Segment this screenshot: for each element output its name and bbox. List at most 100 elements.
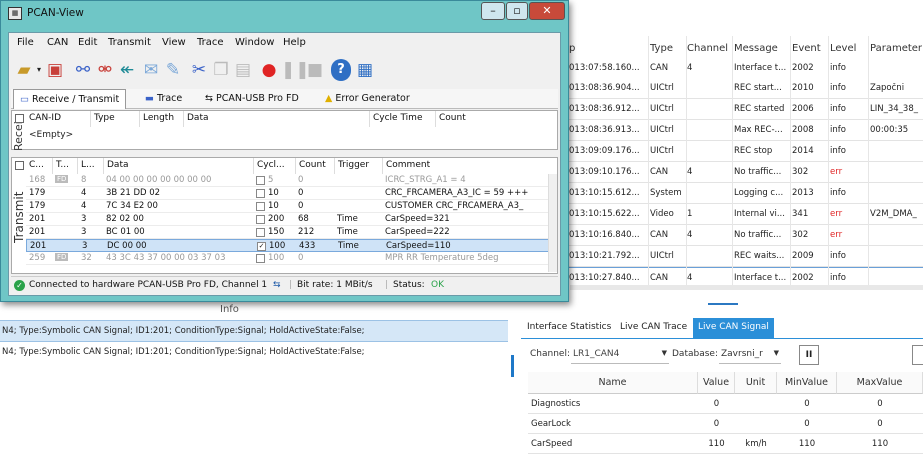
cycle-enable-checkbox[interactable] [256, 254, 265, 263]
cycle-enable-checkbox[interactable]: ✓ [257, 242, 266, 251]
transmit-row[interactable]: 179 4 3B 21 DD 02 10 0 CRC_FRCAMERA_A3_IC = 5… [26, 187, 556, 200]
condition-row[interactable]: N4; Type:Symbolic CAN Signal; ID1:201; C… [0, 320, 508, 342]
rx-col-data[interactable]: Data [184, 111, 370, 127]
pause-button[interactable]: II [799, 345, 819, 365]
log-row[interactable]: 013:10:27.840... CAN 4 Interface t... 2002 in… [568, 267, 923, 286]
cut-icon[interactable]: ✂ [189, 59, 209, 81]
rx-col-cycle-time[interactable]: Cycle Time [370, 111, 436, 127]
info-icon[interactable]: ▦ [355, 59, 375, 81]
rx-col-count[interactable]: Count [436, 111, 557, 127]
transmit-row[interactable]: 259 FD 32 43 3C 43 37 00 00 03 37 03 100 0 MPR… [26, 252, 556, 265]
sig-col-value[interactable]: Value [698, 372, 735, 394]
reset-icon[interactable]: ↞ [117, 59, 137, 81]
log-col-parameter[interactable]: Parameter [870, 43, 922, 54]
transmit-vertical-scrollbar[interactable] [548, 174, 557, 272]
new-message-icon[interactable]: ✉ [141, 59, 161, 81]
transmit-row[interactable]: 179 4 7C 34 E2 00 10 0 CUSTOMER CRC_FRCAMERA_… [26, 200, 556, 213]
sig-col-minvalue[interactable]: MinValue [777, 372, 837, 394]
open-folder-icon[interactable]: ▰ [15, 59, 33, 81]
pause-trace-icon[interactable]: ❚❚ [281, 59, 310, 81]
rx-col-length[interactable]: Length [140, 111, 184, 127]
transmit-select-all-checkbox[interactable] [15, 161, 24, 170]
rx-col-type[interactable]: Type [91, 111, 140, 127]
tx-col-can-id[interactable]: C... [26, 158, 53, 174]
record-icon[interactable]: ● [259, 59, 279, 81]
menu-trace[interactable]: Trace [197, 37, 224, 48]
cycle-enable-checkbox[interactable] [256, 176, 265, 185]
receive-select-all-checkbox[interactable] [15, 114, 24, 123]
transmit-row[interactable]: 201 3 DC 00 00 ✓ 100 433 Time CarSpeed=110 [26, 239, 556, 252]
transmit-row[interactable]: 201 3 BC 01 00 150 212 Time CarSpeed=222 [26, 226, 556, 239]
save-icon[interactable]: ▣ [45, 59, 65, 81]
menu-view[interactable]: View [162, 37, 186, 48]
log-col-time[interactable]: p [569, 43, 575, 54]
transmit-row[interactable]: 201 3 82 02 00 200 68 Time CarSpeed=321 [26, 213, 556, 226]
export-button[interactable] [912, 345, 923, 365]
log-row[interactable]: 013:09:10.176... CAN 4 No traffic... 302 err [568, 162, 923, 183]
channel-select[interactable]: LR1_CAN4 ▼ [571, 346, 669, 364]
signal-row[interactable]: Diagnostics 0 0 0 [528, 394, 923, 414]
signal-row[interactable]: CarSpeed 110 km/h 110 110 [528, 434, 923, 454]
log-horizontal-scrollbar[interactable] [570, 285, 923, 290]
log-col-level[interactable]: Level [830, 43, 856, 54]
cycle-enable-checkbox[interactable] [256, 189, 265, 198]
log-col-message[interactable]: Message [734, 43, 778, 54]
cycle-enable-checkbox[interactable] [256, 202, 265, 211]
tx-col-count[interactable]: Count [296, 158, 335, 174]
transmit-row[interactable]: 168 FD 8 04 00 00 00 00 00 00 00 5 0 ICRC_STRG… [26, 174, 556, 187]
log-row[interactable]: 013:10:21.792... UICtrl REC waits... 2009 in… [568, 246, 923, 267]
tx-col-data[interactable]: Data [104, 158, 254, 174]
minimize-button[interactable]: – [481, 2, 505, 20]
tab-live-can-trace[interactable]: Live CAN Trace [615, 318, 692, 338]
maximize-button[interactable]: ▫ [506, 2, 528, 20]
condition-row[interactable]: N4; Type:Symbolic CAN Signal; ID1:201; C… [0, 342, 508, 364]
window-titlebar[interactable]: ▦ PCAN-View – ▫ ✕ [1, 1, 568, 27]
paste-icon[interactable]: ▤ [233, 59, 253, 81]
menu-help[interactable]: Help [283, 37, 306, 48]
tab-pcan-usb-pro-fd[interactable]: ⇆ PCAN-USB Pro FD [199, 89, 305, 109]
log-row[interactable]: 013:08:36.913... UICtrl Max REC-... 2008 inf… [568, 120, 923, 141]
tx-col-trigger[interactable]: Trigger [335, 158, 383, 174]
menu-can[interactable]: CAN [47, 37, 68, 48]
tab-interface-statistics[interactable]: Interface Statistics [522, 318, 616, 338]
tx-col-cycle[interactable]: Cycl... [254, 158, 296, 174]
tx-col-comment[interactable]: Comment [383, 158, 557, 174]
log-row[interactable]: 013:08:36.904... UICtrl REC start... 2010 in… [568, 78, 923, 99]
close-button[interactable]: ✕ [529, 2, 565, 20]
vertical-splitter[interactable] [511, 355, 514, 377]
tx-col-length[interactable]: L... [78, 158, 104, 174]
rx-col-can-id[interactable]: CAN-ID [26, 111, 91, 127]
cycle-enable-checkbox[interactable] [256, 228, 265, 237]
log-row[interactable]: 013:07:58.160... CAN 4 Interface t... 2002 in… [568, 58, 923, 79]
cycle-enable-checkbox[interactable] [256, 215, 265, 224]
connect-icon[interactable]: ⚯ [73, 59, 93, 81]
sig-col-unit[interactable]: Unit [735, 372, 777, 394]
panel-splitter-grip[interactable] [708, 303, 738, 305]
disconnect-icon[interactable]: ⚮ [95, 59, 115, 81]
log-col-type[interactable]: Type [650, 43, 673, 54]
menu-edit[interactable]: Edit [78, 37, 97, 48]
edit-message-icon[interactable]: ✎ [163, 59, 183, 81]
tab-trace[interactable]: ▬ Trace [139, 89, 188, 109]
log-row[interactable]: 013:10:16.840... CAN 4 No traffic... 302 err [568, 225, 923, 246]
log-row[interactable]: 013:08:36.912... UICtrl REC started 2006 inf… [568, 99, 923, 120]
sig-col-maxvalue[interactable]: MaxValue [837, 372, 923, 394]
tab-error-generator[interactable]: ▲ Error Generator [319, 89, 416, 109]
log-row[interactable]: 013:10:15.622... Video 1 Internal vi... 341 e… [568, 204, 923, 225]
stop-icon[interactable]: ■ [305, 59, 325, 81]
tx-col-type[interactable]: T... [53, 158, 78, 174]
chevron-down-icon[interactable]: ▾ [35, 59, 43, 81]
log-col-channel[interactable]: Channel [687, 43, 728, 54]
log-row[interactable]: 013:09:09.176... UICtrl REC stop 2014 info [568, 141, 923, 162]
signal-row[interactable]: GearLock 0 0 0 [528, 414, 923, 434]
menu-window[interactable]: Window [235, 37, 274, 48]
sig-col-name[interactable]: Name [528, 372, 698, 394]
tab-receive-transmit[interactable]: ▭ Receive / Transmit [13, 89, 127, 109]
log-row[interactable]: 013:10:15.612... System Logging c... 2013 in… [568, 183, 923, 204]
database-select[interactable]: Zavrsni_r ▼ [719, 346, 781, 364]
menu-file[interactable]: File [17, 37, 34, 48]
copy-icon[interactable]: ❐ [211, 59, 231, 81]
tab-live-can-signal[interactable]: Live CAN Signal [693, 318, 774, 338]
help-icon[interactable]: ? [331, 59, 351, 81]
log-col-event[interactable]: Event [792, 43, 821, 54]
